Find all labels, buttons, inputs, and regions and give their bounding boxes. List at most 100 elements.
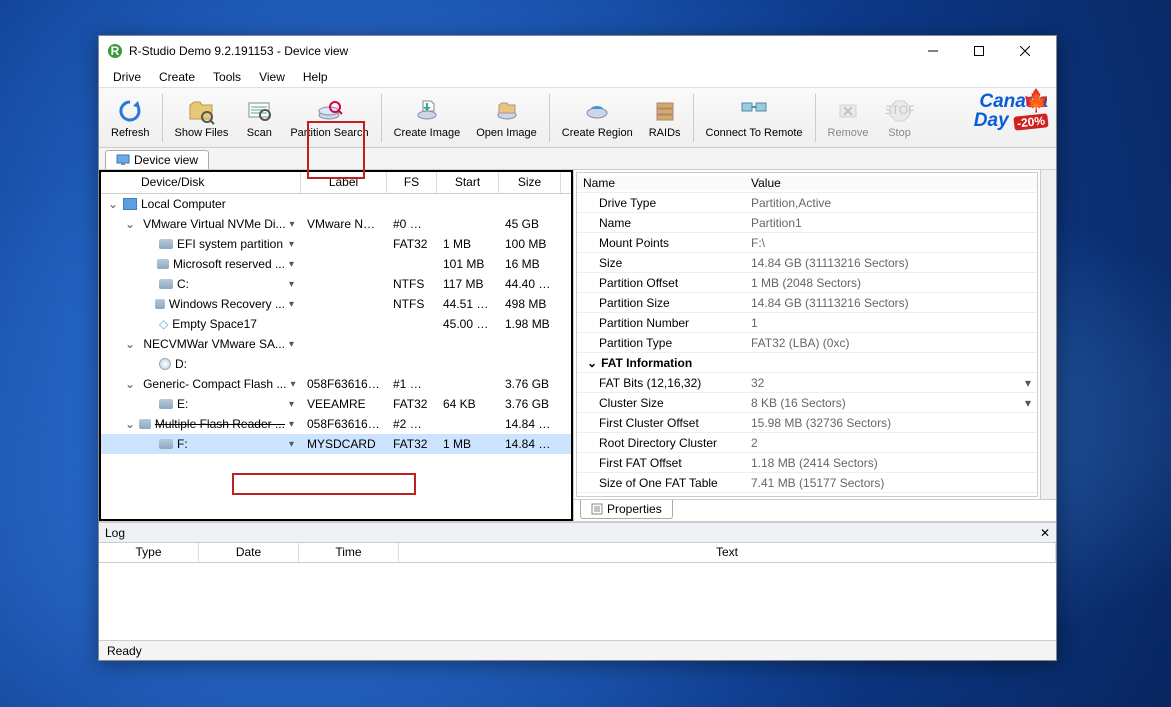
tab-properties[interactable]: Properties: [580, 500, 673, 519]
tree-row[interactable]: ◇Empty Space1745.00 GB1.98 MB: [101, 314, 571, 334]
dropdown-icon[interactable]: ▾: [1025, 376, 1031, 390]
device-name: Microsoft reserved ...: [173, 257, 285, 271]
dropdown-icon[interactable]: ▾: [1025, 396, 1031, 410]
property-row[interactable]: First FAT Offset1.18 MB (2414 Sectors): [577, 453, 1037, 473]
log-col-date[interactable]: Date: [199, 543, 299, 562]
property-row[interactable]: Size14.84 GB (31113216 Sectors): [577, 253, 1037, 273]
tree-row[interactable]: EFI system partition▾FAT321 MB100 MB: [101, 234, 571, 254]
menu-view[interactable]: View: [251, 68, 293, 86]
tree-row[interactable]: C:▾NTFS117 MB44.40 GB: [101, 274, 571, 294]
scrollbar[interactable]: [1040, 170, 1056, 499]
tree-row[interactable]: E:▾VEEAMREFAT3264 KB3.76 GB: [101, 394, 571, 414]
tree-row[interactable]: ⌄VMware Virtual NVMe Di...▾VMware NVM...…: [101, 214, 571, 234]
property-name: First FAT Offset: [577, 456, 747, 470]
property-row[interactable]: Partition TypeFAT32 (LBA) (0xc): [577, 333, 1037, 353]
toolbar-psearch-button[interactable]: Partition Search: [282, 90, 376, 146]
remove-icon: [834, 97, 862, 125]
toolbar-raids-button[interactable]: RAIDs: [641, 90, 689, 146]
device-name: E:: [177, 397, 188, 411]
toolbar-scan-button[interactable]: Scan: [236, 90, 282, 146]
dropdown-icon[interactable]: ▾: [289, 299, 294, 310]
expand-icon[interactable]: ⌄: [587, 356, 597, 370]
device-tree[interactable]: ⌄Local Computer⌄VMware Virtual NVMe Di..…: [101, 194, 571, 519]
menu-drive[interactable]: Drive: [105, 68, 149, 86]
device-name: Windows Recovery ...: [169, 297, 285, 311]
properties-icon: [591, 503, 603, 515]
col-label[interactable]: Label: [301, 172, 387, 193]
expand-icon[interactable]: ⌄: [107, 197, 119, 211]
device-start: 45.00 GB: [437, 317, 499, 331]
toolbar-remote-button[interactable]: Connect To Remote: [698, 90, 811, 146]
dropdown-icon[interactable]: ▾: [289, 439, 294, 450]
device-size: 16 MB: [499, 257, 561, 271]
toolbar-refresh-button[interactable]: Refresh: [103, 90, 158, 146]
property-value: 1: [747, 316, 1037, 330]
dropdown-icon[interactable]: ▾: [289, 239, 294, 250]
tree-row[interactable]: F:▾MYSDCARDFAT321 MB14.84 GB: [101, 434, 571, 454]
property-row[interactable]: Partition Offset1 MB (2048 Sectors): [577, 273, 1037, 293]
expand-icon[interactable]: ⌄: [125, 217, 135, 231]
device-fs: FAT32: [387, 397, 437, 411]
property-row[interactable]: FAT Bits (12,16,32)32▾: [577, 373, 1037, 393]
property-row[interactable]: Mount PointsF:\: [577, 233, 1037, 253]
expand-icon[interactable]: ⌄: [125, 377, 135, 391]
properties-body[interactable]: Name Value Drive TypePartition,ActiveNam…: [576, 172, 1038, 497]
tree-row[interactable]: ⌄Local Computer: [101, 194, 571, 214]
dropdown-icon[interactable]: ▾: [289, 279, 294, 290]
view-tabs: Device view: [99, 148, 1056, 170]
dropdown-icon[interactable]: ▾: [289, 419, 294, 430]
menu-help[interactable]: Help: [295, 68, 336, 86]
dropdown-icon[interactable]: ▾: [290, 219, 295, 230]
device-name: F:: [177, 437, 188, 451]
tree-row[interactable]: ⌄Multiple Flash Reader ...▾058F63616471#…: [101, 414, 571, 434]
tree-row[interactable]: Windows Recovery ...▾NTFS44.51 GB498 MB: [101, 294, 571, 314]
showfiles-icon: [187, 97, 215, 125]
close-button[interactable]: [1002, 36, 1048, 66]
menu-create[interactable]: Create: [151, 68, 203, 86]
dropdown-icon[interactable]: ▾: [289, 399, 294, 410]
refresh-icon: [116, 97, 144, 125]
dropdown-icon[interactable]: ▾: [290, 379, 295, 390]
property-row[interactable]: Partition Number1: [577, 313, 1037, 333]
tab-device-view[interactable]: Device view: [105, 150, 209, 169]
tree-row[interactable]: ⌄NECVMWar VMware SA...▾: [101, 334, 571, 354]
minimize-button[interactable]: [910, 36, 956, 66]
property-row[interactable]: First Cluster Offset15.98 MB (32736 Sect…: [577, 413, 1037, 433]
remote-icon: [740, 97, 768, 125]
content-area: Device/Disk Label FS Start Size ⌄Local C…: [99, 170, 1056, 522]
dropdown-icon[interactable]: ▾: [289, 339, 294, 350]
property-row[interactable]: Partition Size14.84 GB (31113216 Sectors…: [577, 293, 1037, 313]
expand-icon[interactable]: ⌄: [125, 417, 135, 431]
property-value: 8 KB (16 Sectors)▾: [747, 396, 1037, 410]
log-body[interactable]: [99, 563, 1056, 640]
col-fs[interactable]: FS: [387, 172, 437, 193]
property-group[interactable]: ⌄FAT Information: [577, 353, 1037, 373]
promo-banner[interactable]: 🍁 Canada Day -20%: [974, 92, 1048, 130]
col-size[interactable]: Size: [499, 172, 561, 193]
dropdown-icon[interactable]: ▾: [289, 259, 294, 270]
toolbar-oimage-button[interactable]: Open Image: [468, 90, 545, 146]
property-row[interactable]: Drive TypePartition,Active: [577, 193, 1037, 213]
log-close-button[interactable]: ✕: [1040, 526, 1050, 540]
property-value: F:\: [747, 236, 1037, 250]
toolbar-cimage-button[interactable]: Create Image: [386, 90, 469, 146]
log-col-text[interactable]: Text: [399, 543, 1056, 562]
tree-row[interactable]: ⌄Generic- Compact Flash ...▾058F63616470…: [101, 374, 571, 394]
property-row[interactable]: Root Directory Cluster2: [577, 433, 1037, 453]
statusbar: Ready: [99, 640, 1056, 660]
col-start[interactable]: Start: [437, 172, 499, 193]
menu-tools[interactable]: Tools: [205, 68, 249, 86]
toolbar-showfiles-button[interactable]: Show Files: [167, 90, 237, 146]
col-device[interactable]: Device/Disk: [101, 172, 301, 193]
property-row[interactable]: Size of One FAT Table7.41 MB (15177 Sect…: [577, 473, 1037, 493]
property-row[interactable]: Cluster Size8 KB (16 Sectors)▾: [577, 393, 1037, 413]
tree-row[interactable]: D:: [101, 354, 571, 374]
log-col-type[interactable]: Type: [99, 543, 199, 562]
log-col-time[interactable]: Time: [299, 543, 399, 562]
toolbar-cregion-button[interactable]: Create Region: [554, 90, 641, 146]
tree-row[interactable]: Microsoft reserved ...▾101 MB16 MB: [101, 254, 571, 274]
maximize-button[interactable]: [956, 36, 1002, 66]
titlebar[interactable]: R R-Studio Demo 9.2.191153 - Device view: [99, 36, 1056, 66]
property-row[interactable]: NamePartition1: [577, 213, 1037, 233]
expand-icon[interactable]: ⌄: [125, 337, 135, 351]
